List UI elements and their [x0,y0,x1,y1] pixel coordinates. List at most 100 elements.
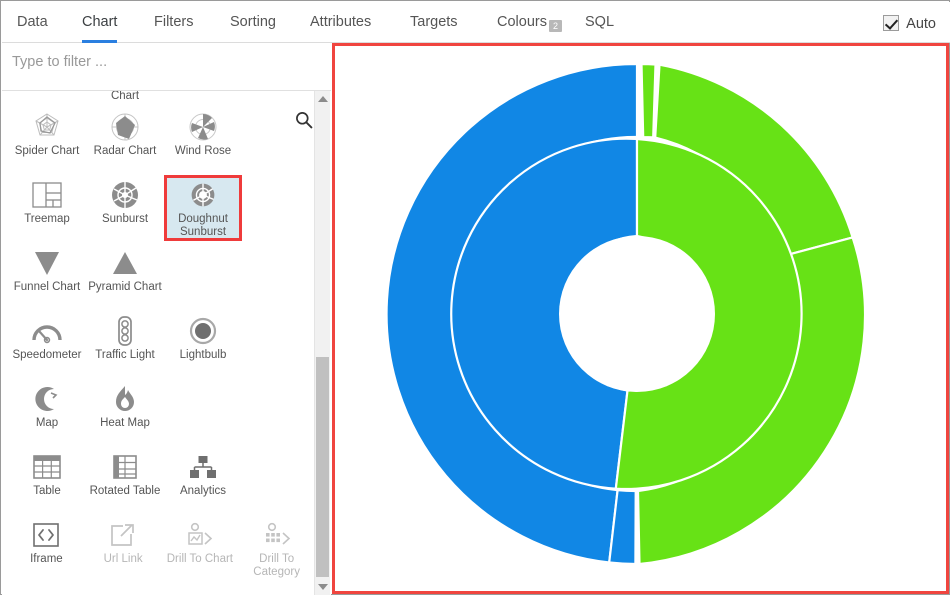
radar-chart-icon [86,111,164,143]
chart-type-speedometer[interactable]: Speedometer [8,311,86,377]
chart-preview-panel [332,43,949,594]
tab-label: Filters [154,14,193,30]
chart-type-funnel-chart[interactable]: Funnel Chart [8,243,86,309]
spider-chart-icon [8,111,86,143]
tab-label: Sorting [230,14,276,30]
tab-label: Data [17,14,48,30]
chart-type-label: Sunburst [86,213,164,226]
rotated-table-icon [86,451,164,483]
chart-type-label: Analytics [164,485,242,498]
tab-label: Targets [410,14,458,30]
tab-data[interactable]: Data [17,2,48,43]
treemap-icon [8,179,86,211]
tab-targets[interactable]: Targets [410,2,458,43]
lightbulb-icon [164,315,242,347]
auto-checkbox[interactable] [883,15,899,31]
drill-to-chart-icon [162,519,239,551]
url-link-icon [85,519,162,551]
wind-rose-icon [164,111,242,143]
map-icon [8,383,86,415]
iframe-icon [8,519,85,551]
chart-type-sunburst[interactable]: Sunburst [86,175,164,241]
chart-type-grid-viewport: Pie Chart Doughnut Chart [2,91,315,595]
chart-type-grid: Pie Chart Doughnut Chart [2,91,315,583]
chart-type-drill-to-chart[interactable]: Drill To Chart [162,515,239,581]
grid-row: Treemap [2,175,315,243]
chart-type-label: Table [8,485,86,498]
grid-row: Pie Chart Doughnut Chart [2,91,315,107]
outer-slice-green-a[interactable] [642,64,656,137]
chart-type-label: Heat Map [86,417,164,430]
chart-type-spider-chart[interactable]: Spider Chart [8,107,86,173]
chart-type-doughnut-sunburst[interactable]: Doughnut Sunburst [164,175,242,241]
auto-label: Auto [906,16,936,32]
drill-to-category-icon [238,519,315,551]
tab-filters[interactable]: Filters [154,2,193,43]
tab-attributes[interactable]: Attributes [310,2,371,43]
chart-type-analytics[interactable]: Analytics [164,447,242,513]
search-input[interactable] [10,53,294,71]
funnel-chart-icon [8,247,86,279]
chart-type-label: Rotated Table [86,485,164,498]
chart-type-doughnut-chart[interactable]: Doughnut Chart [86,91,164,105]
grid-row: Map Heat Map [2,379,315,447]
chart-type-label: Drill To Category [238,553,315,579]
tab-label: SQL [585,14,614,30]
speedometer-icon [8,315,86,347]
chart-type-iframe[interactable]: Iframe [8,515,85,581]
chart-type-wind-rose[interactable]: Wind Rose [164,107,242,173]
table-icon [8,451,86,483]
chart-type-label: Drill To Chart [162,553,239,566]
chart-type-label: Funnel Chart [8,281,86,294]
doughnut-sunburst-icon [167,179,239,211]
chart-rings [387,64,865,564]
filter-bar [2,43,331,91]
tab-colours[interactable]: Colours2 [497,2,562,43]
chart-type-lightbulb[interactable]: Lightbulb [164,311,242,377]
chart-type-rotated-table[interactable]: Rotated Table [86,447,164,513]
scrollbar-thumb[interactable] [316,357,329,577]
colours-count-badge: 2 [549,20,562,32]
chart-center-hole [559,236,715,392]
chart-type-table[interactable]: Table [8,447,86,513]
tab-label: Colours [497,14,547,30]
chart-type-label: Doughnut Chart [86,91,164,103]
chart-type-treemap[interactable]: Treemap [8,175,86,241]
chart-type-label: Doughnut Sunburst [167,213,239,239]
chart-type-label: Map [8,417,86,430]
tab-label: Chart [82,14,117,30]
tab-sorting[interactable]: Sorting [230,2,276,43]
chart-type-label: Url Link [85,553,162,566]
tab-label: Attributes [310,14,371,30]
chart-type-pyramid-chart[interactable]: Pyramid Chart [86,243,164,309]
chart-type-url-link[interactable]: Url Link [85,515,162,581]
tab-bar: Data Chart Filters Sorting Attributes Ta… [2,2,950,43]
scroll-up-button[interactable] [315,91,330,107]
auto-refresh-control[interactable]: Auto [883,14,936,34]
chart-type-label: Lightbulb [164,349,242,362]
chart-type-label: Spider Chart [8,145,86,158]
chart-designer-window: Data Chart Filters Sorting Attributes Ta… [0,0,950,595]
traffic-light-icon [86,315,164,347]
chart-type-radar-chart[interactable]: Radar Chart [86,107,164,173]
scroll-down-button[interactable] [315,579,330,595]
sunburst-icon [86,179,164,211]
grid-row: Table [2,447,315,515]
doughnut-sunburst-chart[interactable] [335,46,946,591]
grid-row: Speedometer Traffic Light [2,311,315,379]
chart-type-pie-chart[interactable]: Pie Chart [8,91,86,105]
chart-type-drill-to-category[interactable]: Drill To Category [238,515,315,581]
chart-list-scrollbar[interactable] [314,91,330,595]
chart-type-label: Pyramid Chart [86,281,164,294]
grid-row: Iframe Url Link [2,515,315,583]
heat-map-icon [86,383,164,415]
chart-type-map[interactable]: Map [8,379,86,445]
pyramid-chart-icon [86,247,164,279]
chart-type-heat-map[interactable]: Heat Map [86,379,164,445]
tab-sql[interactable]: SQL [585,2,614,43]
chart-type-label: Traffic Light [86,349,164,362]
tab-chart[interactable]: Chart [82,2,117,43]
chart-type-traffic-light[interactable]: Traffic Light [86,311,164,377]
chart-type-label: Wind Rose [164,145,242,158]
chart-type-label: Treemap [8,213,86,226]
